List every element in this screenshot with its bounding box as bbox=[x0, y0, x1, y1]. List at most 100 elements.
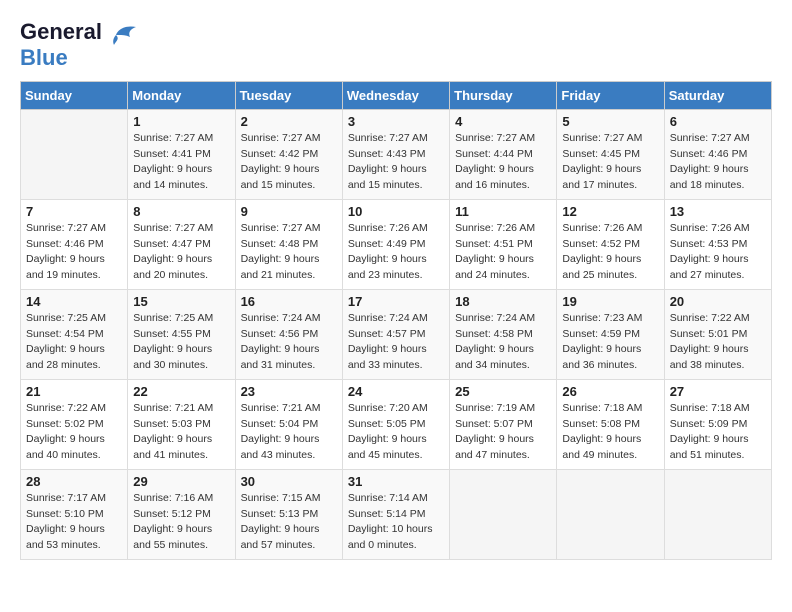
day-info: Sunrise: 7:27 AM Sunset: 4:47 PM Dayligh… bbox=[133, 221, 229, 284]
day-info: Sunrise: 7:27 AM Sunset: 4:41 PM Dayligh… bbox=[133, 131, 229, 194]
day-number: 23 bbox=[241, 384, 337, 399]
day-cell: 18 Sunrise: 7:24 AM Sunset: 4:58 PM Dayli… bbox=[450, 289, 557, 379]
day-number: 11 bbox=[455, 204, 551, 219]
day-cell: 15 Sunrise: 7:25 AM Sunset: 4:55 PM Dayli… bbox=[128, 289, 235, 379]
day-cell: 27 Sunrise: 7:18 AM Sunset: 5:09 PM Dayli… bbox=[664, 379, 771, 469]
day-number: 13 bbox=[670, 204, 766, 219]
day-cell: 14 Sunrise: 7:25 AM Sunset: 4:54 PM Dayli… bbox=[21, 289, 128, 379]
day-number: 9 bbox=[241, 204, 337, 219]
day-info: Sunrise: 7:21 AM Sunset: 5:03 PM Dayligh… bbox=[133, 401, 229, 464]
day-cell: 31 Sunrise: 7:14 AM Sunset: 5:14 PM Dayli… bbox=[342, 469, 449, 559]
day-cell: 25Sunrise: 7:19 AM Sunset: 5:07 PM Dayli… bbox=[450, 379, 557, 469]
day-info: Sunrise: 7:26 AM Sunset: 4:52 PM Dayligh… bbox=[562, 221, 658, 284]
day-number: 21 bbox=[26, 384, 122, 399]
day-info: Sunrise: 7:24 AM Sunset: 4:58 PM Dayligh… bbox=[455, 311, 551, 374]
week-row-4: 21 Sunrise: 7:22 AM Sunset: 5:02 PM Dayli… bbox=[21, 379, 772, 469]
week-row-2: 7 Sunrise: 7:27 AM Sunset: 4:46 PM Daylig… bbox=[21, 199, 772, 289]
day-number: 3 bbox=[348, 114, 444, 129]
day-number: 19 bbox=[562, 294, 658, 309]
day-cell: 17 Sunrise: 7:24 AM Sunset: 4:57 PM Dayli… bbox=[342, 289, 449, 379]
day-cell: 20Sunrise: 7:22 AM Sunset: 5:01 PM Dayli… bbox=[664, 289, 771, 379]
column-header-friday: Friday bbox=[557, 81, 664, 109]
day-info: Sunrise: 7:19 AM Sunset: 5:07 PM Dayligh… bbox=[455, 401, 551, 464]
day-cell: 30 Sunrise: 7:15 AM Sunset: 5:13 PM Dayli… bbox=[235, 469, 342, 559]
day-info: Sunrise: 7:27 AM Sunset: 4:43 PM Dayligh… bbox=[348, 131, 444, 194]
day-info: Sunrise: 7:27 AM Sunset: 4:42 PM Dayligh… bbox=[241, 131, 337, 194]
day-number: 10 bbox=[348, 204, 444, 219]
day-info: Sunrise: 7:27 AM Sunset: 4:48 PM Dayligh… bbox=[241, 221, 337, 284]
column-header-thursday: Thursday bbox=[450, 81, 557, 109]
day-info: Sunrise: 7:27 AM Sunset: 4:46 PM Dayligh… bbox=[670, 131, 766, 194]
day-info: Sunrise: 7:18 AM Sunset: 5:09 PM Dayligh… bbox=[670, 401, 766, 464]
day-number: 27 bbox=[670, 384, 766, 399]
day-cell: 23 Sunrise: 7:21 AM Sunset: 5:04 PM Dayli… bbox=[235, 379, 342, 469]
day-info: Sunrise: 7:24 AM Sunset: 4:56 PM Dayligh… bbox=[241, 311, 337, 374]
day-number: 28 bbox=[26, 474, 122, 489]
day-cell: 28 Sunrise: 7:17 AM Sunset: 5:10 PM Dayli… bbox=[21, 469, 128, 559]
day-cell: 1 Sunrise: 7:27 AM Sunset: 4:41 PM Daylig… bbox=[128, 109, 235, 199]
logo: General Blue bbox=[20, 20, 140, 71]
day-cell: 12 Sunrise: 7:26 AM Sunset: 4:52 PM Dayli… bbox=[557, 199, 664, 289]
day-cell: 21 Sunrise: 7:22 AM Sunset: 5:02 PM Dayli… bbox=[21, 379, 128, 469]
day-cell: 29Sunrise: 7:16 AM Sunset: 5:12 PM Dayli… bbox=[128, 469, 235, 559]
column-header-sunday: Sunday bbox=[21, 81, 128, 109]
day-number: 2 bbox=[241, 114, 337, 129]
day-number: 1 bbox=[133, 114, 229, 129]
day-number: 4 bbox=[455, 114, 551, 129]
day-number: 30 bbox=[241, 474, 337, 489]
day-cell bbox=[21, 109, 128, 199]
column-header-wednesday: Wednesday bbox=[342, 81, 449, 109]
day-number: 15 bbox=[133, 294, 229, 309]
day-info: Sunrise: 7:27 AM Sunset: 4:45 PM Dayligh… bbox=[562, 131, 658, 194]
day-number: 26 bbox=[562, 384, 658, 399]
day-cell: 24 Sunrise: 7:20 AM Sunset: 5:05 PM Dayli… bbox=[342, 379, 449, 469]
day-cell: 13 Sunrise: 7:26 AM Sunset: 4:53 PM Dayli… bbox=[664, 199, 771, 289]
day-number: 14 bbox=[26, 294, 122, 309]
day-cell: 26Sunrise: 7:18 AM Sunset: 5:08 PM Dayli… bbox=[557, 379, 664, 469]
day-info: Sunrise: 7:27 AM Sunset: 4:44 PM Dayligh… bbox=[455, 131, 551, 194]
day-cell bbox=[450, 469, 557, 559]
day-cell: 22 Sunrise: 7:21 AM Sunset: 5:03 PM Dayli… bbox=[128, 379, 235, 469]
day-cell bbox=[664, 469, 771, 559]
day-number: 22 bbox=[133, 384, 229, 399]
day-info: Sunrise: 7:26 AM Sunset: 4:53 PM Dayligh… bbox=[670, 221, 766, 284]
day-number: 5 bbox=[562, 114, 658, 129]
column-header-tuesday: Tuesday bbox=[235, 81, 342, 109]
week-row-5: 28 Sunrise: 7:17 AM Sunset: 5:10 PM Dayli… bbox=[21, 469, 772, 559]
page-header: General Blue bbox=[20, 20, 772, 71]
day-number: 12 bbox=[562, 204, 658, 219]
day-cell bbox=[557, 469, 664, 559]
day-info: Sunrise: 7:25 AM Sunset: 4:55 PM Dayligh… bbox=[133, 311, 229, 374]
day-number: 31 bbox=[348, 474, 444, 489]
calendar-header-row: SundayMondayTuesdayWednesdayThursdayFrid… bbox=[21, 81, 772, 109]
day-cell: 4 Sunrise: 7:27 AM Sunset: 4:44 PM Daylig… bbox=[450, 109, 557, 199]
day-info: Sunrise: 7:20 AM Sunset: 5:05 PM Dayligh… bbox=[348, 401, 444, 464]
day-info: Sunrise: 7:17 AM Sunset: 5:10 PM Dayligh… bbox=[26, 491, 122, 554]
day-info: Sunrise: 7:26 AM Sunset: 4:49 PM Dayligh… bbox=[348, 221, 444, 284]
day-cell: 5 Sunrise: 7:27 AM Sunset: 4:45 PM Daylig… bbox=[557, 109, 664, 199]
day-info: Sunrise: 7:27 AM Sunset: 4:46 PM Dayligh… bbox=[26, 221, 122, 284]
week-row-1: 1 Sunrise: 7:27 AM Sunset: 4:41 PM Daylig… bbox=[21, 109, 772, 199]
day-info: Sunrise: 7:16 AM Sunset: 5:12 PM Dayligh… bbox=[133, 491, 229, 554]
day-number: 7 bbox=[26, 204, 122, 219]
day-cell: 3 Sunrise: 7:27 AM Sunset: 4:43 PM Daylig… bbox=[342, 109, 449, 199]
day-info: Sunrise: 7:24 AM Sunset: 4:57 PM Dayligh… bbox=[348, 311, 444, 374]
week-row-3: 14 Sunrise: 7:25 AM Sunset: 4:54 PM Dayli… bbox=[21, 289, 772, 379]
day-info: Sunrise: 7:22 AM Sunset: 5:02 PM Dayligh… bbox=[26, 401, 122, 464]
day-cell: 19Sunrise: 7:23 AM Sunset: 4:59 PM Dayli… bbox=[557, 289, 664, 379]
day-info: Sunrise: 7:25 AM Sunset: 4:54 PM Dayligh… bbox=[26, 311, 122, 374]
day-info: Sunrise: 7:15 AM Sunset: 5:13 PM Dayligh… bbox=[241, 491, 337, 554]
column-header-monday: Monday bbox=[128, 81, 235, 109]
day-info: Sunrise: 7:21 AM Sunset: 5:04 PM Dayligh… bbox=[241, 401, 337, 464]
day-cell: 8 Sunrise: 7:27 AM Sunset: 4:47 PM Daylig… bbox=[128, 199, 235, 289]
day-cell: 6Sunrise: 7:27 AM Sunset: 4:46 PM Daylig… bbox=[664, 109, 771, 199]
day-number: 24 bbox=[348, 384, 444, 399]
day-cell: 2 Sunrise: 7:27 AM Sunset: 4:42 PM Daylig… bbox=[235, 109, 342, 199]
day-number: 17 bbox=[348, 294, 444, 309]
day-number: 18 bbox=[455, 294, 551, 309]
day-cell: 11Sunrise: 7:26 AM Sunset: 4:51 PM Dayli… bbox=[450, 199, 557, 289]
day-info: Sunrise: 7:14 AM Sunset: 5:14 PM Dayligh… bbox=[348, 491, 444, 554]
day-cell: 16 Sunrise: 7:24 AM Sunset: 4:56 PM Dayli… bbox=[235, 289, 342, 379]
day-number: 8 bbox=[133, 204, 229, 219]
day-number: 16 bbox=[241, 294, 337, 309]
